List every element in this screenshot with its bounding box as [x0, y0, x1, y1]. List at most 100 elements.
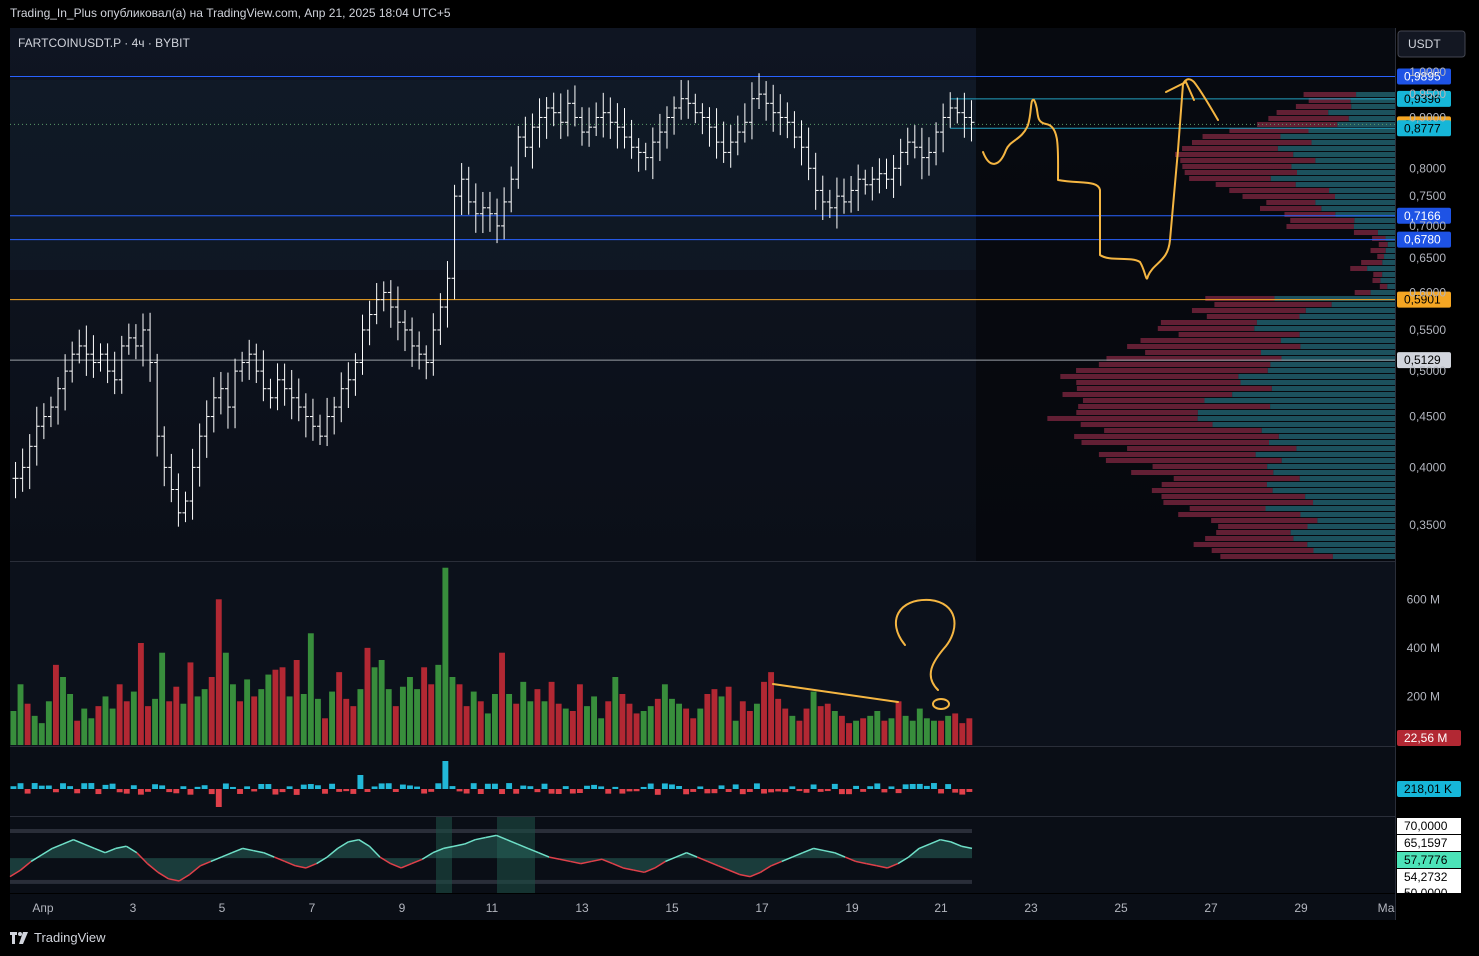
delta-bar — [704, 789, 710, 793]
volume-bar — [903, 716, 909, 745]
osc-tick-label: 54,2732 — [1404, 870, 1448, 884]
volume-bar — [103, 696, 109, 745]
profile-buy-row — [1273, 488, 1395, 493]
volume-bar — [924, 718, 930, 745]
price-tick-label: 0,8000 — [1409, 161, 1446, 175]
volume-bar — [506, 694, 512, 745]
volume-bar — [315, 699, 321, 745]
profile-buy-row — [1270, 404, 1395, 409]
delta-bar — [350, 789, 356, 794]
time-axis[interactable]: Апр 3 5 7 9 11 13 15 17 19 21 23 25 27 29 Ма — [10, 894, 1395, 920]
profile-sell-row — [1192, 308, 1306, 313]
volume-bar — [414, 689, 420, 745]
delta-bar — [478, 789, 484, 794]
delta-bar — [542, 784, 548, 789]
delta-bar — [124, 789, 130, 794]
delta-bar — [719, 785, 725, 789]
profile-buy-row — [1232, 392, 1395, 397]
profile-sell-row — [1290, 218, 1354, 223]
delta-bar — [556, 789, 562, 794]
delta-bar — [74, 789, 80, 793]
price-tick-label: 0,7000 — [1409, 219, 1446, 233]
volume-bar — [669, 699, 675, 745]
delta-bar — [655, 789, 661, 795]
delta-bar — [662, 783, 668, 789]
volume-bar — [124, 701, 130, 745]
delta-bar — [612, 787, 618, 789]
delta-bar — [209, 789, 215, 794]
delta-bar — [301, 785, 307, 789]
profile-buy-row — [1335, 194, 1395, 199]
delta-bar — [442, 761, 448, 789]
brand-footer[interactable]: TradingView — [10, 930, 106, 945]
oscillator-axis[interactable]: 70,000065,159757,777654,273250,0000 — [1397, 818, 1479, 903]
volume-bar — [775, 699, 781, 745]
price-tick-label: 1,0000 — [1409, 65, 1446, 79]
delta-bar — [896, 789, 902, 793]
delta-bar — [782, 789, 788, 792]
delta-bar — [237, 789, 243, 794]
chart-canvas[interactable]: 0,98950,93960,88580,87770,71660,67800,59… — [0, 0, 1479, 956]
profile-buy-row — [1265, 506, 1395, 511]
profile-buy-row — [1282, 458, 1395, 463]
delta-bar — [874, 783, 880, 789]
delta-bar — [103, 785, 109, 789]
volume-bar — [966, 718, 972, 745]
delta-bar — [450, 786, 456, 789]
volume-bar — [761, 682, 767, 745]
volume-axis[interactable]: 600 M 400 M 200 M 22,56 M — [1397, 592, 1461, 746]
time-tick-label: 11 — [486, 901, 499, 915]
profile-sell-row — [1127, 344, 1300, 349]
profile-sell-row — [1216, 182, 1296, 187]
delta-bar — [563, 786, 569, 789]
profile-buy-row — [1267, 482, 1395, 487]
volume-bar — [619, 694, 625, 745]
profile-buy-row — [1317, 518, 1395, 523]
volume-bar — [853, 721, 859, 745]
volume-bar — [272, 670, 278, 745]
volume-tick-label: 400 M — [1407, 641, 1440, 655]
delta-bar — [938, 789, 944, 793]
volume-bar — [655, 699, 661, 745]
delta-bar — [881, 789, 887, 792]
profile-buy-row — [1332, 302, 1395, 307]
delta-bar — [81, 783, 87, 789]
volume-bar — [428, 684, 434, 745]
profile-sell-row — [1268, 116, 1348, 121]
range-zone — [10, 80, 976, 270]
profile-sell-row — [1153, 464, 1268, 469]
volume-bar — [329, 692, 335, 745]
profile-buy-row — [1386, 248, 1395, 253]
volume-bar — [534, 689, 540, 745]
volume-bar — [676, 704, 682, 745]
volume-bar — [343, 699, 349, 745]
volume-bar — [612, 677, 618, 745]
profile-buy-row — [1329, 188, 1395, 193]
volume-bar — [782, 709, 788, 745]
profile-buy-row — [1280, 134, 1395, 139]
profile-sell-row — [1286, 224, 1354, 229]
profile-sell-row — [1158, 326, 1255, 331]
delta-bar — [945, 784, 951, 789]
delta-bar — [924, 786, 930, 789]
profile-sell-row — [1190, 506, 1266, 511]
volume-bar — [251, 696, 257, 745]
delta-bar — [733, 784, 739, 789]
volume-bar — [308, 633, 314, 745]
volume-bar — [605, 701, 611, 745]
volume-bar — [180, 704, 186, 745]
delta-bar — [230, 787, 236, 789]
volume-bar — [81, 709, 87, 745]
delta-bar — [117, 789, 123, 792]
delta-bar — [910, 784, 916, 789]
profile-sell-row — [1277, 110, 1329, 115]
profile-sell-row — [1379, 242, 1388, 247]
volume-bar — [350, 706, 356, 745]
profile-buy-row — [1321, 206, 1395, 211]
profile-buy-row — [1300, 512, 1395, 517]
currency-button[interactable]: USDT — [1398, 31, 1465, 57]
delta-bar — [379, 783, 385, 789]
volume-bar — [584, 706, 590, 745]
volume-bar — [265, 675, 271, 745]
volume-bar — [952, 713, 958, 745]
